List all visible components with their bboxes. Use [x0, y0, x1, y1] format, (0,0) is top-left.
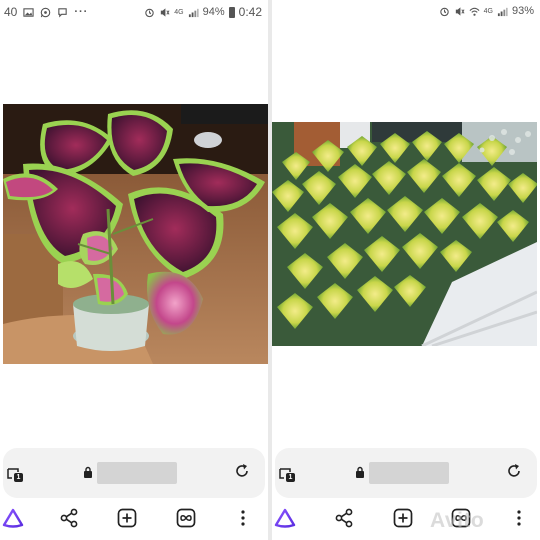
status-time: 40 — [4, 5, 18, 19]
browser-address-bar: 1 — [3, 448, 265, 498]
lock-icon — [356, 466, 364, 478]
alice-assistant-icon[interactable] — [2, 507, 24, 529]
share-icon[interactable] — [333, 507, 355, 529]
url-field[interactable] — [97, 462, 177, 484]
battery-icon — [228, 6, 235, 18]
image-icon — [23, 7, 34, 17]
status-bar: 4G 93% — [272, 0, 540, 24]
new-tab-icon[interactable] — [392, 507, 414, 529]
coleus-purple-plant-photo — [3, 104, 268, 364]
battery-percent: 94% — [202, 6, 225, 18]
alice-assistant-icon[interactable] — [274, 507, 296, 529]
mute-icon — [455, 6, 465, 16]
mute-icon — [161, 7, 170, 17]
tabs-button[interactable]: 1 — [5, 465, 25, 483]
browser-address-bar: 1 — [275, 448, 537, 498]
new-tab-icon[interactable] — [116, 507, 138, 529]
right-phone-screenshot: 4G 93% 1 Avito — [272, 0, 540, 540]
browser-bottom-nav: Avito — [272, 502, 540, 534]
url-field[interactable] — [369, 462, 449, 484]
reload-icon[interactable] — [233, 462, 251, 480]
signal-icon — [188, 8, 199, 17]
menu-icon[interactable] — [232, 507, 254, 529]
tabs-button[interactable]: 1 — [277, 465, 297, 483]
lock-icon — [84, 466, 92, 478]
menu-icon[interactable] — [508, 507, 530, 529]
coleus-yellow-green-plants-photo — [272, 122, 537, 346]
wifi-icon — [469, 7, 480, 16]
battery-percent: 93% — [511, 5, 534, 17]
browser-bottom-nav — [0, 502, 268, 534]
tabs-overview-icon[interactable] — [175, 507, 197, 529]
tab-count: 1 — [14, 473, 23, 482]
tab-count: 1 — [286, 473, 295, 482]
alarm-icon — [439, 7, 449, 16]
reload-icon[interactable] — [505, 462, 523, 480]
network-type-label: 4G — [174, 8, 184, 16]
network-type-label: 4G — [483, 7, 493, 15]
left-phone-screenshot: 40 ··· 4G 94% 0:42 1 — [0, 0, 268, 540]
status-bar: 40 ··· 4G 94% 0:42 — [0, 0, 268, 24]
tabs-overview-icon[interactable] — [450, 507, 472, 529]
status-time-next: 0:42 — [238, 5, 262, 19]
share-icon[interactable] — [58, 507, 80, 529]
signal-icon — [497, 7, 508, 16]
alarm-icon — [145, 8, 154, 17]
whatsapp-icon — [41, 7, 51, 17]
viber-icon — [58, 7, 68, 17]
more-dots-icon: ··· — [74, 6, 89, 18]
